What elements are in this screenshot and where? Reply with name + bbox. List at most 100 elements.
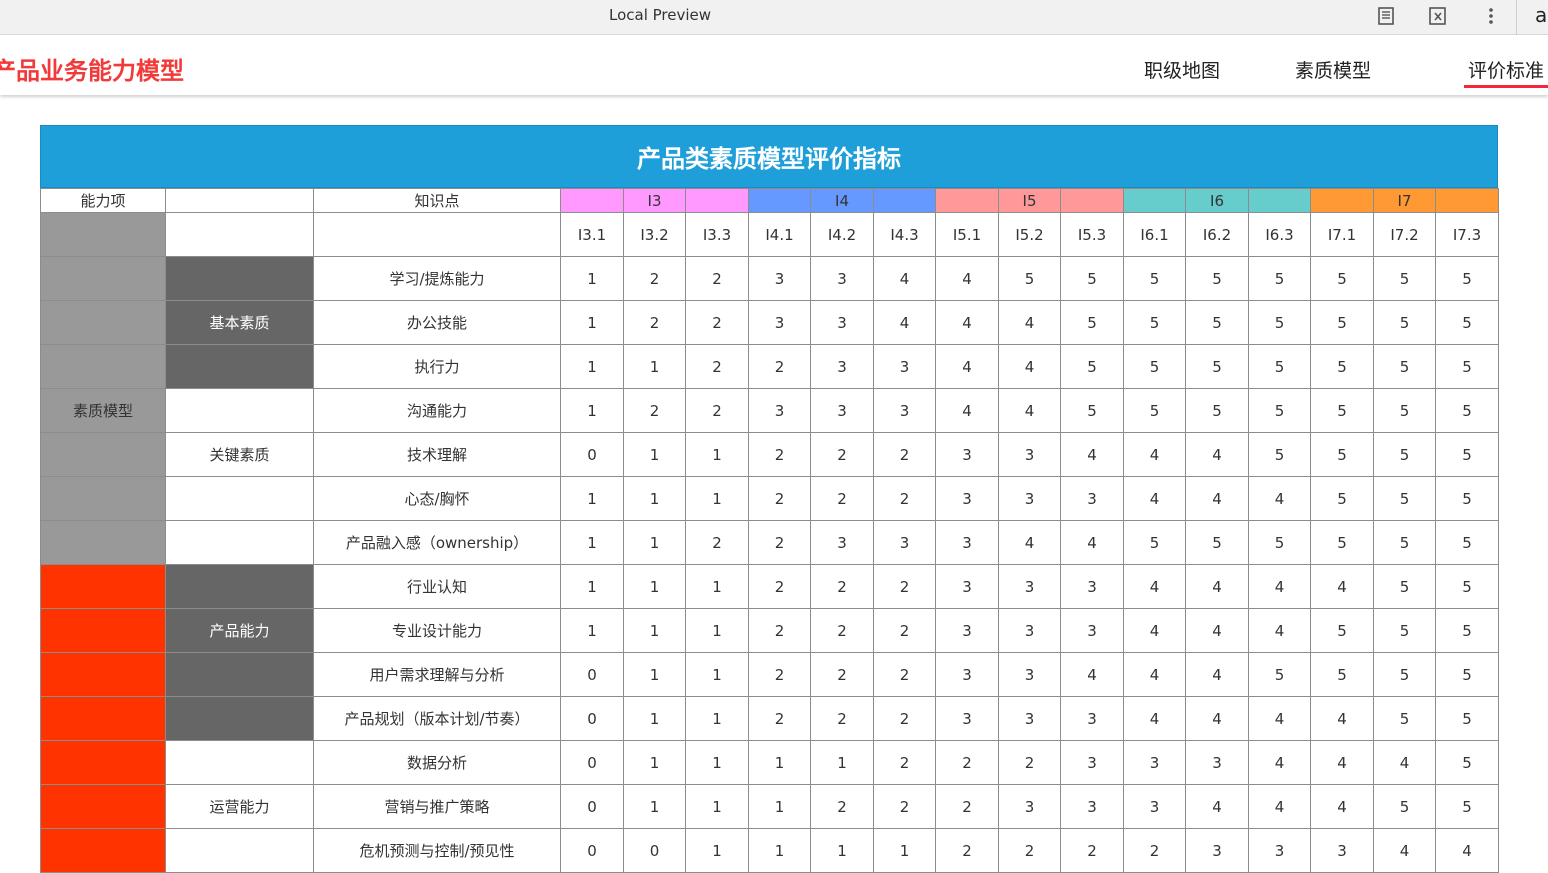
score-cell: 2 xyxy=(748,608,811,653)
score-cell: 2 xyxy=(810,696,874,741)
reader-icon[interactable] xyxy=(1375,5,1397,27)
score-cell: 5 xyxy=(1435,432,1499,477)
score-cell: 0 xyxy=(560,652,624,697)
score-cell: 5 xyxy=(1185,300,1249,345)
header-row-levels: I3.1 I3.2 I3.3 I4.1 I4.2 I4.3 I5.1 I5.2 I5.3 I6.1… xyxy=(40,212,1499,257)
clear-icon[interactable] xyxy=(1427,5,1449,27)
score-cell: 2 xyxy=(685,256,749,301)
score-cell: 5 xyxy=(1310,388,1374,433)
score-cell: 5 xyxy=(1248,432,1311,477)
score-cell: 3 xyxy=(935,696,999,741)
score-cell: 4 xyxy=(1248,784,1311,829)
toolbar-divider xyxy=(1516,0,1517,35)
score-cell: 2 xyxy=(873,652,936,697)
subcategory-cell xyxy=(165,520,314,565)
table-row: 学习/提炼能力 1 2 2 3 3 4 4 5 5 5 5 5 5 5 5 xyxy=(40,256,1499,301)
more-vert-icon[interactable] xyxy=(1480,5,1502,27)
score-cell: 3 xyxy=(1060,564,1124,609)
score-cell: 5 xyxy=(1373,520,1436,565)
score-cell: 2 xyxy=(810,608,874,653)
score-cell: 4 xyxy=(873,256,936,301)
score-cell: 2 xyxy=(623,388,686,433)
score-cell: 1 xyxy=(623,608,686,653)
score-cell: 4 xyxy=(1185,476,1249,521)
score-cell: 5 xyxy=(1248,520,1311,565)
score-cell: 1 xyxy=(623,344,686,389)
category-cell xyxy=(40,476,166,521)
subcategory-cell xyxy=(165,564,314,609)
knowledge-item: 产品融入感（ownership） xyxy=(313,520,561,565)
level-group-cell: I6 xyxy=(1185,188,1249,213)
nav-item-career-map[interactable]: 职级地图 xyxy=(1144,56,1220,83)
profile-letter[interactable]: a xyxy=(1535,3,1547,27)
score-cell: 4 xyxy=(1185,784,1249,829)
score-cell: 2 xyxy=(1123,828,1186,873)
category-cell xyxy=(40,608,166,653)
score-cell: 1 xyxy=(748,740,811,785)
score-cell: 5 xyxy=(1310,432,1374,477)
header-sub xyxy=(165,188,314,213)
score-cell: 3 xyxy=(998,608,1061,653)
score-cell: 3 xyxy=(935,608,999,653)
score-cell: 5 xyxy=(1310,652,1374,697)
score-cell: 1 xyxy=(560,608,624,653)
score-cell: 3 xyxy=(1060,696,1124,741)
score-cell: 3 xyxy=(748,388,811,433)
score-cell: 5 xyxy=(1248,652,1311,697)
score-cell: 1 xyxy=(685,652,749,697)
score-cell: 3 xyxy=(1123,784,1186,829)
knowledge-item: 用户需求理解与分析 xyxy=(313,652,561,697)
score-cell: 5 xyxy=(998,256,1061,301)
score-cell: 1 xyxy=(623,520,686,565)
score-cell: 4 xyxy=(1185,652,1249,697)
table-title: 产品类素质模型评价指标 xyxy=(40,125,1498,188)
score-cell: 5 xyxy=(1435,784,1499,829)
subcategory-cell xyxy=(165,256,314,301)
table-row: 产品能力 专业设计能力 1 1 1 2 2 2 3 3 3 4 4 4 5 5 5 xyxy=(40,608,1499,653)
subcategory-cell xyxy=(165,344,314,389)
score-cell: 4 xyxy=(998,300,1061,345)
level-group-cell xyxy=(1435,188,1499,213)
score-cell: 4 xyxy=(1185,608,1249,653)
level-group-cell: I4 xyxy=(810,188,874,213)
score-cell: 2 xyxy=(685,344,749,389)
nav-item-competency-model[interactable]: 素质模型 xyxy=(1295,56,1371,83)
score-cell: 5 xyxy=(1435,344,1499,389)
score-cell: 5 xyxy=(1123,520,1186,565)
score-cell: 5 xyxy=(1248,344,1311,389)
score-cell: 5 xyxy=(1123,388,1186,433)
level-group-cell xyxy=(935,188,999,213)
score-cell: 1 xyxy=(623,564,686,609)
category-cell xyxy=(40,828,166,873)
score-cell: 2 xyxy=(873,476,936,521)
category-cell xyxy=(40,256,166,301)
score-cell: 3 xyxy=(998,564,1061,609)
subcategory-cell: 基本素质 xyxy=(165,300,314,345)
header-ability: 能力项 xyxy=(40,188,166,213)
score-cell: 5 xyxy=(1435,740,1499,785)
score-cell: 2 xyxy=(748,344,811,389)
score-cell: 4 xyxy=(1123,696,1186,741)
score-cell: 2 xyxy=(873,608,936,653)
score-cell: 2 xyxy=(748,564,811,609)
category-cell xyxy=(40,652,166,697)
level-label: I3.3 xyxy=(685,212,749,257)
nav-item-evaluation-standard[interactable]: 评价标准 xyxy=(1468,56,1544,83)
category-cell xyxy=(40,784,166,829)
subcategory-cell xyxy=(165,652,314,697)
score-cell: 5 xyxy=(1373,476,1436,521)
score-cell: 4 xyxy=(1310,564,1374,609)
score-cell: 3 xyxy=(998,696,1061,741)
score-cell: 3 xyxy=(1060,608,1124,653)
score-cell: 5 xyxy=(1435,300,1499,345)
score-cell: 5 xyxy=(1310,256,1374,301)
score-cell: 1 xyxy=(748,828,811,873)
score-cell: 3 xyxy=(1248,828,1311,873)
score-cell: 5 xyxy=(1185,256,1249,301)
category-cell xyxy=(40,696,166,741)
score-cell: 5 xyxy=(1185,388,1249,433)
score-cell: 3 xyxy=(998,432,1061,477)
category-cell xyxy=(40,740,166,785)
app-title: 产品业务能力模型 xyxy=(0,57,184,85)
score-cell: 2 xyxy=(1060,828,1124,873)
